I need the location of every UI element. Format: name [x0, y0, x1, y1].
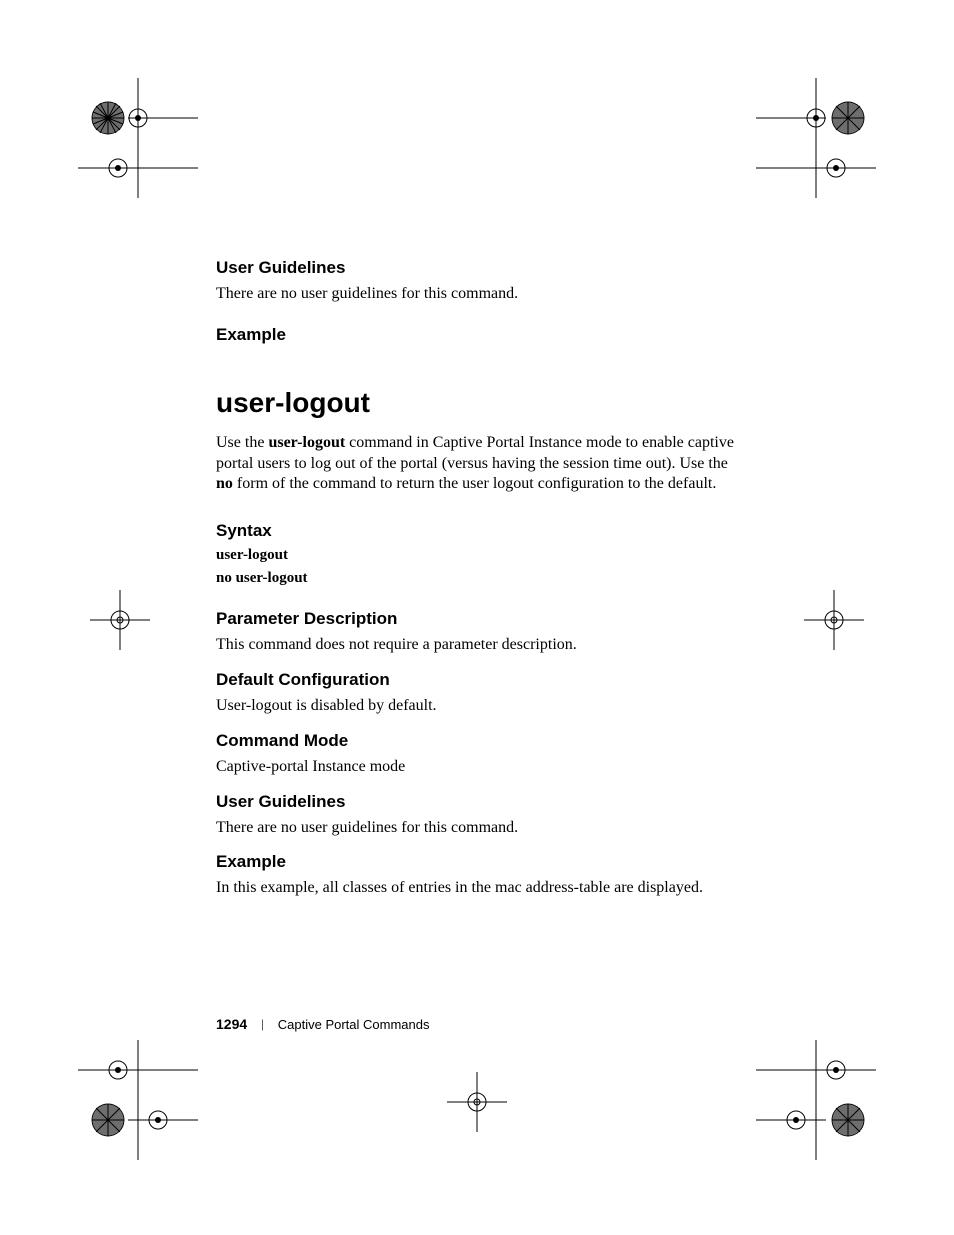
- heading-user-guidelines-top: User Guidelines: [216, 258, 746, 278]
- intro-bold2: no: [216, 475, 233, 492]
- footer-separator: |: [261, 1016, 264, 1032]
- intro-pre: Use the: [216, 434, 268, 451]
- footer-page-number: 1294: [216, 1016, 247, 1032]
- text-user-guidelines-bottom: There are no user guidelines for this co…: [216, 818, 746, 839]
- page-footer: 1294 | Captive Portal Commands: [216, 1016, 430, 1032]
- heading-default-configuration: Default Configuration: [216, 670, 746, 690]
- heading-command-title: user-logout: [216, 387, 746, 419]
- regmark-icon: [447, 1072, 507, 1132]
- heading-syntax: Syntax: [216, 521, 746, 541]
- text-default-configuration: User-logout is disabled by default.: [216, 696, 746, 717]
- heading-example-bottom: Example: [216, 852, 746, 872]
- page-content: User Guidelines There are no user guidel…: [216, 258, 746, 919]
- syntax-line-2: no user-logout: [216, 570, 746, 587]
- text-command-mode: Captive-portal Instance mode: [216, 757, 746, 778]
- heading-command-mode: Command Mode: [216, 731, 746, 751]
- intro-post: form of the command to return the user l…: [233, 475, 716, 492]
- footer-section-title: Captive Portal Commands: [278, 1017, 430, 1032]
- regmark-icon: [78, 78, 198, 198]
- intro-bold1: user-logout: [268, 434, 345, 451]
- regmark-icon: [756, 78, 876, 198]
- syntax-line-1: user-logout: [216, 547, 746, 564]
- text-parameter-description: This command does not require a paramete…: [216, 635, 746, 656]
- heading-user-guidelines-bottom: User Guidelines: [216, 792, 746, 812]
- text-command-intro: Use the user-logout command in Captive P…: [216, 433, 746, 495]
- text-user-guidelines-top: There are no user guidelines for this co…: [216, 284, 746, 305]
- text-example-bottom: In this example, all classes of entries …: [216, 878, 746, 899]
- heading-parameter-description: Parameter Description: [216, 609, 746, 629]
- regmark-icon: [78, 1040, 198, 1160]
- regmark-icon: [804, 590, 864, 650]
- regmark-icon: [756, 1040, 876, 1160]
- heading-example-top: Example: [216, 325, 746, 345]
- regmark-icon: [90, 590, 150, 650]
